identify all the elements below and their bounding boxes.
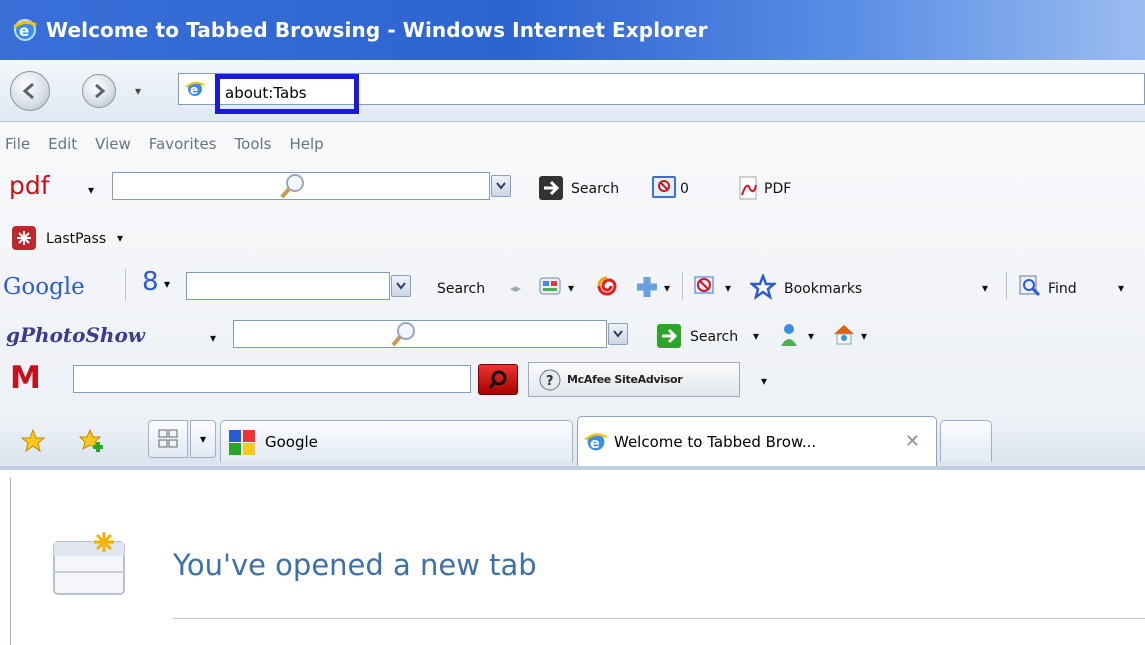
popup-blocker-icon[interactable] (652, 176, 676, 198)
menu-view[interactable]: View (95, 135, 131, 153)
google-favicon-icon (229, 429, 255, 455)
tab-google[interactable]: Google (220, 420, 573, 462)
bookmark-star-icon[interactable] (748, 272, 778, 300)
person-dropdown[interactable]: ▾ (808, 329, 814, 343)
spiral-icon[interactable] (594, 273, 620, 299)
pdf-file-icon[interactable] (738, 175, 760, 201)
news-dropdown[interactable]: ▾ (568, 281, 574, 295)
svg-text:e: e (590, 436, 600, 452)
tab-list-button[interactable]: ▾ (190, 420, 216, 458)
new-tab-icon (52, 530, 130, 600)
gphotoshow-search-button[interactable]: Search (690, 329, 738, 345)
google-g-label: 8 (142, 267, 159, 297)
arrow-right-icon (95, 83, 106, 99)
toolbar-separator (682, 272, 683, 300)
siteadvisor-dropdown[interactable]: ▾ (761, 374, 767, 388)
tab-bar: ▾ Google e Welcome to Tabbed Brow... ✕ (0, 408, 1145, 470)
popup-blocked-icon[interactable] (692, 274, 718, 298)
find-dropdown[interactable]: ▾ (1118, 281, 1124, 295)
page-ie-icon: e (185, 81, 205, 97)
new-tab-heading: You've opened a new tab (173, 548, 537, 582)
news-icon[interactable] (538, 275, 564, 297)
svg-text:e: e (190, 83, 198, 97)
person-icon[interactable] (779, 322, 803, 348)
pdf-search-arrow-icon[interactable] (539, 176, 563, 200)
add-favorite-icon[interactable] (78, 428, 105, 454)
lastpass-icon[interactable] (12, 226, 36, 250)
pdf-button[interactable]: PDF (764, 181, 791, 197)
menu-bar: File Edit View Favorites Tools Help (0, 135, 324, 153)
chevron-down-icon (613, 330, 623, 338)
plus-dropdown[interactable]: ▾ (664, 281, 670, 295)
ie-favicon-icon: e (584, 433, 608, 452)
pdf-brand[interactable]: pdf (9, 171, 50, 200)
bookmarks-dropdown[interactable]: ▾ (982, 281, 988, 295)
google-search-button[interactable]: Search (437, 281, 485, 297)
new-tab-button[interactable] (940, 420, 992, 462)
svg-text:e: e (19, 22, 29, 40)
chevron-down-icon (396, 282, 406, 290)
chevron-down-icon (496, 182, 506, 190)
google-search-dropdown[interactable] (391, 275, 411, 297)
mcafee-search-icon[interactable] (478, 364, 518, 395)
ie-logo-icon: e (13, 19, 37, 41)
home-dropdown[interactable]: ▾ (861, 329, 867, 343)
arrow-left-icon (22, 82, 34, 100)
pdf-search-input[interactable] (112, 172, 511, 200)
svg-text:?: ? (546, 374, 554, 389)
menu-tools[interactable]: Tools (235, 135, 272, 153)
google-search-input[interactable] (186, 272, 411, 300)
green-arrow-icon[interactable] (657, 324, 681, 348)
quick-tabs-button[interactable] (148, 420, 188, 458)
lastpass-dropdown[interactable]: ▾ (117, 231, 123, 245)
separator-dots-icon: ◂▸ (510, 282, 522, 295)
address-toolbar: ▾ e (0, 60, 1145, 122)
pdf-brand-dropdown[interactable]: ▾ (88, 183, 94, 197)
close-tab-icon[interactable]: ✕ (905, 431, 920, 452)
popup-blocked-dropdown[interactable]: ▾ (725, 281, 731, 295)
window-title: Welcome to Tabbed Browsing - Windows Int… (46, 18, 708, 42)
find-icon[interactable] (1018, 274, 1042, 298)
lastpass-menu[interactable]: LastPass (46, 231, 106, 247)
menu-edit[interactable]: Edit (48, 135, 77, 153)
siteadvisor-button[interactable]: ? McAfee SiteAdvisor (528, 362, 740, 397)
heading-divider (173, 618, 1145, 619)
menu-file[interactable]: File (5, 135, 30, 153)
magnifier-icon (391, 322, 415, 347)
gphotoshow-search-dropdown-arrow[interactable]: ▾ (753, 329, 759, 343)
title-bar: e Welcome to Tabbed Browsing - Windows I… (0, 0, 1145, 60)
menu-favorites[interactable]: Favorites (149, 135, 217, 153)
google-brand[interactable]: Google (3, 274, 85, 300)
tab-welcome[interactable]: e Welcome to Tabbed Brow... ✕ (577, 416, 937, 466)
recent-pages-dropdown[interactable]: ▾ (135, 84, 141, 98)
menu-help[interactable]: Help (290, 135, 324, 153)
gphotoshow-brand[interactable]: gPhotoShow (6, 323, 145, 347)
forward-button[interactable] (82, 74, 116, 108)
home-icon[interactable] (832, 322, 856, 348)
google-account-button[interactable]: 8 ▾ (125, 267, 181, 301)
find-button[interactable]: Find (1048, 281, 1077, 297)
tab-google-label: Google (265, 432, 318, 451)
gphotoshow-search-input[interactable] (233, 320, 628, 348)
quick-tabs-icon (158, 429, 178, 448)
address-url[interactable]: about:Tabs (225, 84, 307, 102)
bookmarks-button[interactable]: Bookmarks (784, 281, 862, 297)
toolbar-separator-2 (1006, 272, 1007, 300)
favorites-center-icon[interactable] (20, 428, 46, 454)
mcafee-search-input[interactable] (73, 365, 471, 393)
tab-welcome-label: Welcome to Tabbed Brow... (614, 432, 817, 451)
back-button[interactable] (10, 71, 50, 111)
gphotoshow-dropdown[interactable]: ▾ (210, 331, 216, 345)
gphotoshow-search-dropdown[interactable] (608, 323, 628, 345)
mcafee-brand[interactable]: M (10, 360, 41, 396)
pdf-search-dropdown[interactable] (491, 175, 511, 197)
magnifier-icon (280, 174, 304, 199)
siteadvisor-label: McAfee SiteAdvisor (567, 373, 683, 386)
pdf-search-button[interactable]: Search (571, 181, 619, 197)
question-mark-icon: ? (539, 369, 561, 390)
plus-icon[interactable] (634, 274, 660, 300)
popup-count: 0 (680, 181, 689, 197)
